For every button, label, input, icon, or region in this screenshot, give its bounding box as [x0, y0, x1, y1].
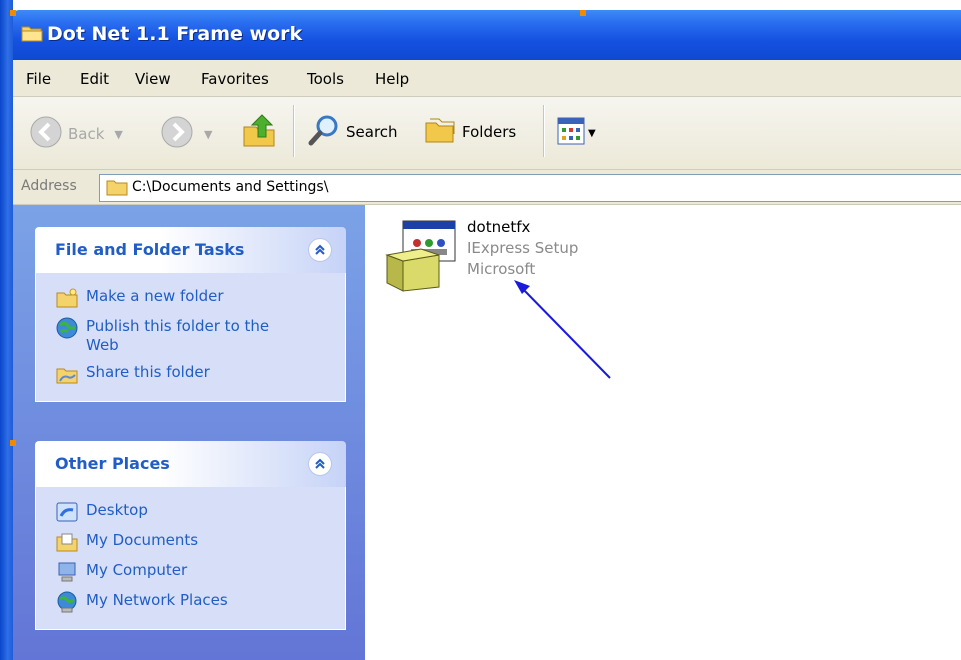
panel-body: Desktop My Documents My Computer My Netw…: [35, 487, 346, 630]
selection-handle: [580, 10, 586, 16]
back-arrow-icon: [29, 115, 63, 153]
toolbar: Back ▼ ▼ Search Folders ▼: [13, 97, 961, 170]
panel-title: Other Places: [55, 454, 170, 473]
views-button[interactable]: ▼: [557, 117, 596, 149]
views-grid-icon: [557, 117, 585, 149]
computer-icon: [56, 561, 78, 583]
other-places-panel: Other Places Desktop My Documents My Com…: [35, 441, 346, 630]
menu-tools[interactable]: Tools: [307, 70, 344, 88]
annotation-arrow: [514, 280, 611, 379]
desktop-icon: [56, 501, 78, 523]
folders-icon: [423, 113, 457, 151]
search-icon: [307, 113, 341, 151]
installer-package-icon: [383, 217, 461, 301]
new-folder-icon: [56, 287, 78, 309]
search-button[interactable]: Search: [307, 113, 398, 151]
file-list-area[interactable]: dotnetfx IExpress Setup Microsoft: [365, 205, 961, 660]
place-label: Desktop: [86, 501, 148, 519]
window-frame-left: [0, 0, 13, 660]
chevron-down-icon: ▼: [114, 127, 123, 141]
place-label: My Network Places: [86, 591, 228, 609]
panel-body: Make a new folder Publish this folder to…: [35, 273, 346, 402]
selection-handle: [10, 10, 16, 16]
up-folder-button[interactable]: [241, 111, 277, 153]
window-title: Dot Net 1.1 Frame work: [47, 23, 303, 45]
panel-header[interactable]: File and Folder Tasks: [35, 227, 346, 273]
collapse-chevron-icon[interactable]: [308, 238, 332, 262]
chevron-down-icon: ▼: [204, 127, 213, 141]
up-folder-icon: [241, 111, 277, 153]
menu-file[interactable]: File: [26, 70, 51, 88]
globe-icon: [56, 317, 78, 339]
back-button[interactable]: Back ▼: [29, 115, 123, 153]
menu-view[interactable]: View: [135, 70, 171, 88]
my-documents-icon: [56, 531, 78, 553]
back-label: Back: [68, 125, 105, 143]
menu-bar: File Edit View Favorites Tools Help: [13, 60, 961, 97]
chevron-down-icon: ▼: [588, 127, 596, 139]
address-value: C:\Documents and Settings\: [132, 179, 329, 195]
task-pane: File and Folder Tasks Make a new folder: [13, 205, 365, 660]
place-my-computer[interactable]: My Computer: [36, 557, 345, 587]
task-share-folder[interactable]: Share this folder: [36, 359, 345, 389]
place-label: My Documents: [86, 531, 199, 549]
forward-button[interactable]: ▼: [160, 115, 212, 153]
address-bar: Address C:\Documents and Settings\: [13, 170, 961, 205]
forward-arrow-icon: [160, 115, 194, 153]
share-folder-icon: [56, 363, 78, 385]
search-label: Search: [346, 123, 398, 141]
task-label: Make a new folder: [86, 287, 224, 305]
place-my-documents[interactable]: My Documents: [36, 527, 345, 557]
file-description: IExpress Setup: [467, 239, 579, 257]
place-label: My Computer: [86, 561, 188, 579]
place-my-network-places[interactable]: My Network Places: [36, 587, 345, 617]
menu-help[interactable]: Help: [375, 70, 409, 88]
task-publish-folder[interactable]: Publish this folder to the Web: [36, 313, 345, 359]
task-label: Share this folder: [86, 363, 210, 381]
folders-label: Folders: [462, 123, 517, 141]
menu-favorites[interactable]: Favorites: [201, 70, 269, 88]
address-input[interactable]: C:\Documents and Settings\: [99, 174, 961, 202]
collapse-chevron-icon[interactable]: [308, 452, 332, 476]
panel-title: File and Folder Tasks: [55, 240, 245, 259]
task-make-new-folder[interactable]: Make a new folder: [36, 283, 345, 313]
file-name: dotnetfx: [467, 218, 531, 236]
task-label: Publish this folder to the Web: [86, 317, 270, 354]
folders-button[interactable]: Folders: [423, 113, 516, 151]
network-globe-icon: [56, 591, 78, 613]
menu-edit[interactable]: Edit: [80, 70, 109, 88]
explorer-window: Dot Net 1.1 Frame work File Edit View Fa…: [0, 0, 961, 660]
title-bar[interactable]: Dot Net 1.1 Frame work: [13, 10, 961, 60]
file-folder-tasks-panel: File and Folder Tasks Make a new folder: [35, 227, 346, 402]
address-label: Address: [21, 178, 77, 194]
folder-icon: [106, 178, 128, 200]
toolbar-separator: [293, 105, 295, 157]
selection-handle: [10, 440, 16, 446]
folder-icon: [21, 24, 43, 46]
toolbar-separator: [543, 105, 545, 157]
place-desktop[interactable]: Desktop: [36, 497, 345, 527]
panel-header[interactable]: Other Places: [35, 441, 346, 487]
